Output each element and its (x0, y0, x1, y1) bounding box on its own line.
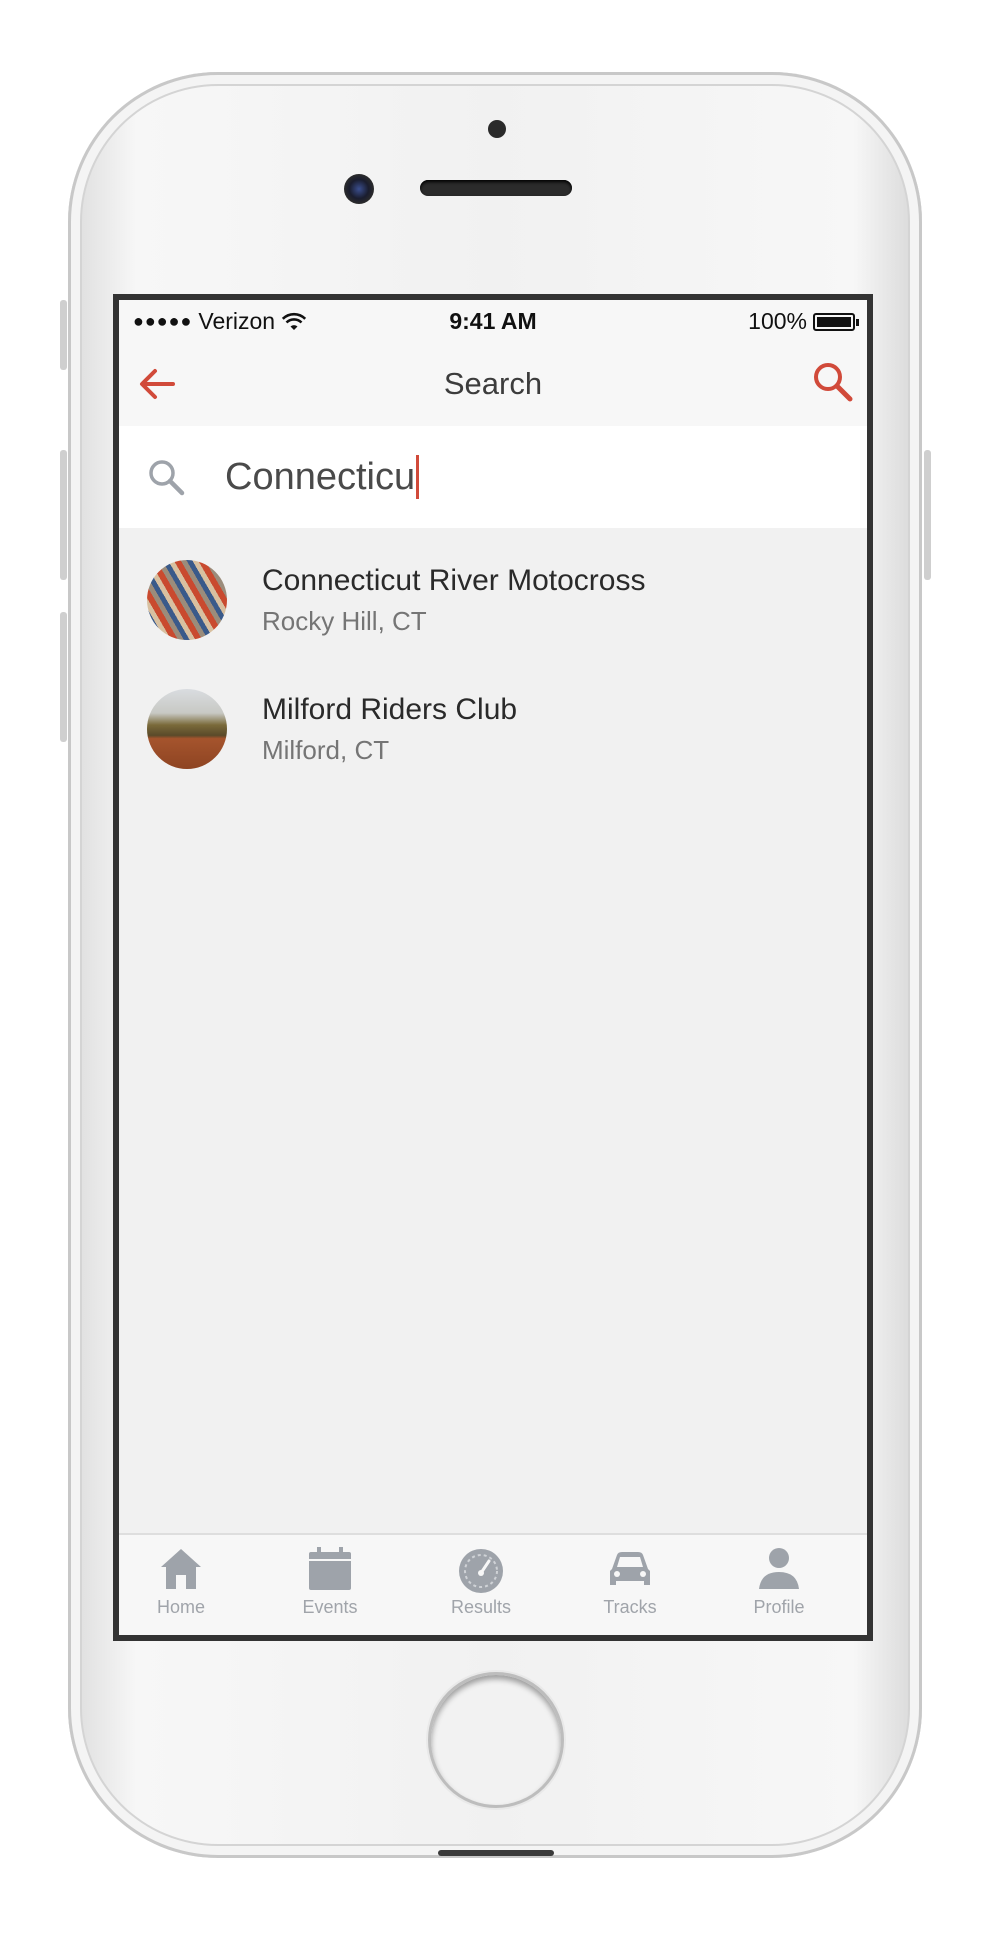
proximity-sensor (488, 120, 506, 138)
side-button-mute (60, 300, 67, 370)
home-button[interactable] (428, 1672, 564, 1808)
front-camera (344, 174, 374, 204)
tab-label: Home (156, 1597, 205, 1617)
app-screen: ●●●●● Verizon 9:41 AM 100% Search Connec… (113, 294, 873, 1641)
text-caret (416, 455, 420, 499)
tab-events[interactable]: Events (255, 1543, 405, 1631)
list-item[interactable]: Connecticut River Motocross Rocky Hill, … (119, 528, 867, 671)
search-field-icon (149, 460, 185, 496)
tab-label: Tracks (603, 1597, 657, 1617)
speedometer-icon (459, 1549, 503, 1593)
list-item[interactable]: Milford Riders Club Milford, CT (119, 657, 867, 800)
tab-label: Events (302, 1597, 358, 1617)
side-button-volume-up (60, 450, 67, 580)
person-icon (759, 1548, 799, 1589)
side-button-power (924, 450, 931, 580)
search-input[interactable]: Connecticu (225, 444, 420, 510)
track-thumbnail (147, 689, 227, 769)
search-input-value: Connecticu (225, 455, 416, 498)
result-location: Milford, CT (262, 735, 390, 765)
track-thumbnail (147, 560, 227, 640)
result-location: Rocky Hill, CT (262, 606, 427, 636)
results-list: Connecticut River Motocross Rocky Hill, … (119, 528, 867, 800)
battery-percent: 100% (748, 308, 807, 334)
nav-bar: Search (119, 342, 867, 426)
tab-tracks[interactable]: Tracks (555, 1543, 705, 1631)
search-bar: Connecticu (119, 426, 867, 528)
result-title: Connecticut River Motocross (262, 564, 646, 597)
result-title: Milford Riders Club (262, 693, 518, 726)
home-icon (161, 1549, 201, 1589)
side-button-volume-down (60, 612, 67, 742)
tab-label: Results (450, 1597, 512, 1617)
page-title: Search (443, 366, 543, 401)
status-right: 100% (748, 308, 859, 335)
tab-label: Profile (753, 1597, 805, 1617)
search-icon[interactable] (809, 358, 857, 406)
tab-results[interactable]: Results (406, 1543, 556, 1631)
tab-home[interactable]: Home (119, 1543, 256, 1631)
tab-profile[interactable]: Profile (704, 1543, 854, 1631)
bottom-edge (438, 1850, 554, 1856)
earpiece-speaker (420, 180, 572, 196)
car-icon (610, 1552, 650, 1585)
status-bar: ●●●●● Verizon 9:41 AM 100% (119, 300, 867, 342)
calendar-icon (309, 1547, 351, 1590)
tab-bar: Home Events Results Tracks Profile (119, 1533, 867, 1635)
battery-icon (813, 312, 859, 331)
